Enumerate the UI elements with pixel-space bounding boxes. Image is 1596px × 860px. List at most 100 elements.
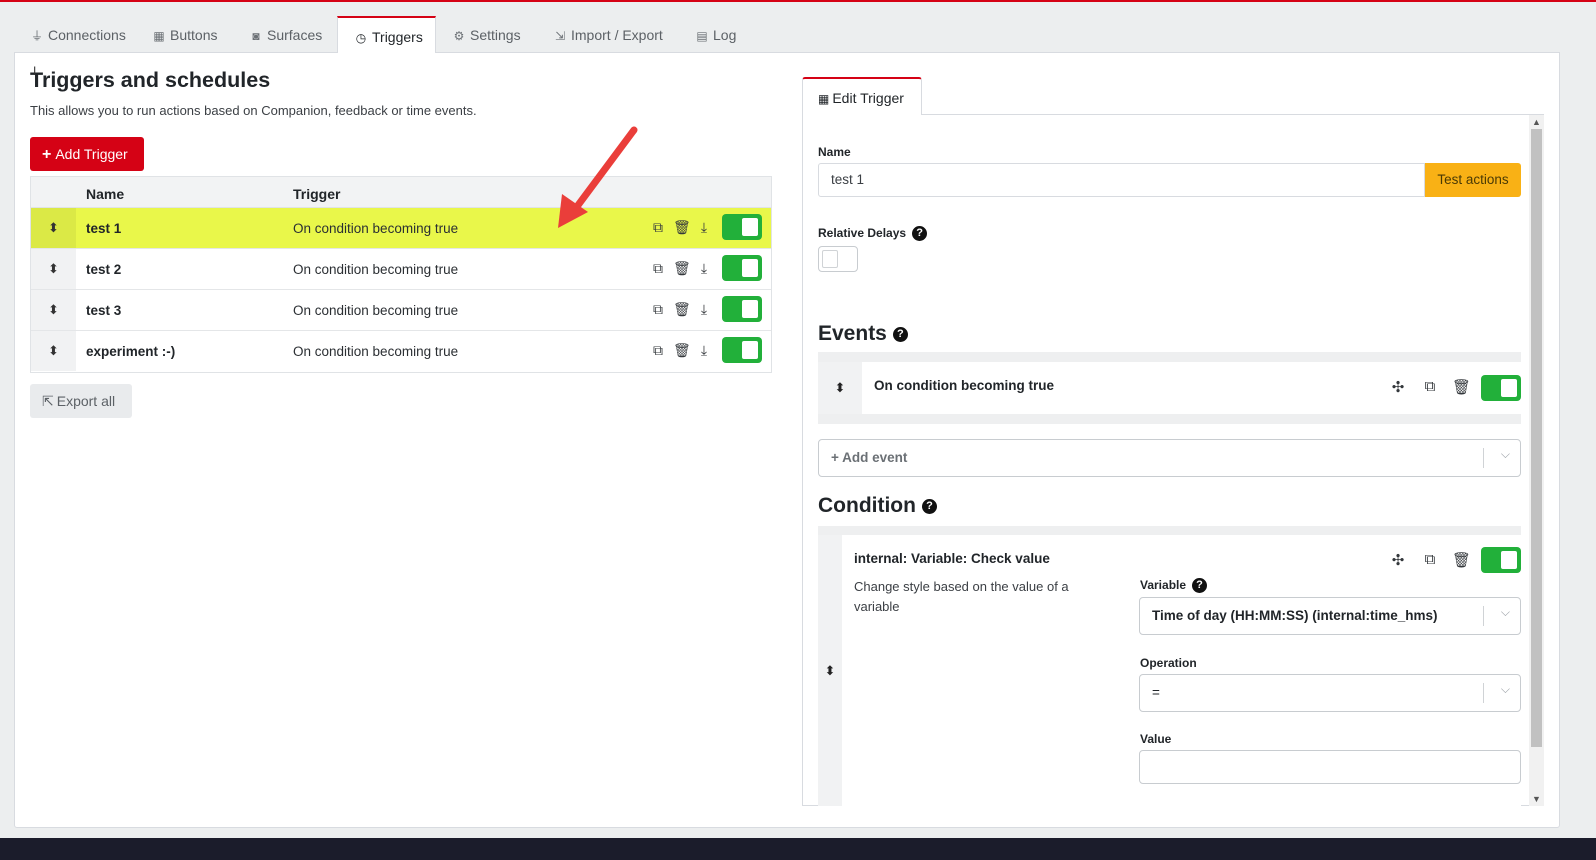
test-actions-button[interactable]: Test actions <box>1425 163 1521 197</box>
event-item: ⬍ On condition becoming true ✣ ⧉ 🗑 <box>818 362 1521 414</box>
variable-select[interactable]: Time of day (HH:MM:SS) (internal:time_hm… <box>1139 597 1521 635</box>
chevron-down-icon: ⌵ <box>1500 447 1510 461</box>
trigger-name: test 1 <box>86 221 122 236</box>
triggers-table: Name Trigger ⬍ test 1 On condition becom… <box>30 176 772 373</box>
trash-icon[interactable]: 🗑 <box>673 219 691 236</box>
operation-select[interactable]: = ⌵ <box>1139 674 1521 712</box>
enable-toggle[interactable] <box>722 337 762 363</box>
tab-label: Buttons <box>170 27 218 43</box>
chevron-down-icon: ⌵ <box>1500 682 1510 696</box>
trash-icon[interactable]: 🗑 <box>673 260 691 277</box>
event-enable-toggle[interactable] <box>1481 375 1521 401</box>
tab-connections[interactable]: ⏚ Connections <box>14 16 126 52</box>
value-input[interactable] <box>1139 750 1521 784</box>
enable-toggle[interactable] <box>722 296 762 322</box>
tab-settings[interactable]: ⚙ Settings <box>436 16 521 52</box>
trigger-type: On condition becoming true <box>293 344 459 359</box>
relative-delays-field: Relative Delays? <box>818 226 928 242</box>
collapse-icon[interactable]: ✣ <box>1389 551 1407 569</box>
drag-handle-icon[interactable]: ⬍ <box>818 362 862 414</box>
scroll-down-icon[interactable]: ▼ <box>1532 794 1541 804</box>
toggle-knob <box>742 259 758 277</box>
trigger-type: On condition becoming true <box>293 303 459 318</box>
trigger-type: On condition becoming true <box>293 262 459 277</box>
variable-label: Variable <box>1140 578 1187 592</box>
tab-log[interactable]: ▤ Log <box>679 16 736 52</box>
condition-enable-toggle[interactable] <box>1481 547 1521 573</box>
scroll-up-icon[interactable]: ▲ <box>1532 117 1541 127</box>
drag-handle-icon[interactable]: ⬍ <box>31 290 76 330</box>
clone-icon[interactable]: ⧉ <box>650 301 666 318</box>
drag-handle-icon[interactable]: ⬍ <box>818 535 842 806</box>
table-row[interactable]: ⬍ test 1 On condition becoming true ⧉ 🗑 … <box>31 208 771 249</box>
select-separator <box>1483 683 1484 703</box>
variable-selected-value: Time of day (HH:MM:SS) (internal:time_hm… <box>1152 608 1438 623</box>
add-trigger-label: Add Trigger <box>55 146 128 162</box>
drag-handle-icon[interactable]: ⬍ <box>31 331 76 371</box>
help-icon[interactable]: ? <box>912 226 928 242</box>
edit-tab-label: Edit Trigger <box>832 90 904 106</box>
relative-delays-toggle[interactable] <box>818 246 858 272</box>
drag-handle-icon[interactable]: ⬍ <box>31 249 76 289</box>
add-trigger-button[interactable]: + Add Trigger <box>30 137 144 171</box>
trash-icon[interactable]: 🗑 <box>1452 551 1471 569</box>
select-separator <box>1483 606 1484 626</box>
gamepad-icon: ◙ <box>252 29 260 43</box>
clock-icon: ◷ <box>355 31 367 45</box>
editor-scrollbar[interactable]: ▲ ▼ <box>1529 115 1544 806</box>
clone-icon[interactable]: ⧉ <box>650 219 666 236</box>
events-heading-text: Events <box>818 322 887 345</box>
trash-icon[interactable]: 🗑 <box>673 301 691 318</box>
column-header-trigger: Trigger <box>293 186 341 202</box>
clone-icon[interactable]: ⧉ <box>1421 551 1439 568</box>
plug-icon: ⏚ <box>30 29 43 43</box>
help-icon[interactable]: ? <box>1192 578 1208 594</box>
os-taskbar <box>0 838 1596 860</box>
event-title: On condition becoming true <box>874 378 1054 393</box>
page-title: Triggers and schedules <box>30 68 271 92</box>
clone-icon[interactable]: ⧉ <box>1421 378 1439 395</box>
help-icon[interactable]: ? <box>892 326 908 342</box>
trigger-name: test 3 <box>86 303 122 318</box>
trash-icon[interactable]: 🗑 <box>673 342 691 359</box>
tab-import-export[interactable]: ⇲ Import / Export <box>537 16 663 52</box>
condition-list-top <box>818 526 1521 535</box>
tab-edit-trigger[interactable]: ▦ Edit Trigger <box>802 77 922 115</box>
trash-icon[interactable]: 🗑 <box>1452 378 1471 396</box>
export-all-button[interactable]: ⇱ Export all <box>30 384 132 418</box>
drag-handle-icon[interactable]: ⬍ <box>31 208 76 248</box>
download-icon[interactable]: ⤓ <box>696 342 712 359</box>
trigger-name: test 2 <box>86 262 122 277</box>
download-icon[interactable]: ⤓ <box>696 219 712 236</box>
enable-toggle[interactable] <box>722 255 762 281</box>
clone-icon[interactable]: ⧉ <box>650 260 666 277</box>
table-row[interactable]: ⬍ test 2 On condition becoming true ⧉ 🗑 … <box>31 249 771 290</box>
name-input[interactable]: test 1 <box>818 163 1425 197</box>
toggle-knob <box>822 250 838 268</box>
select-separator <box>1483 448 1484 468</box>
main-tabs: ⏚ Connections ▦ Buttons ◙ Surfaces ◷ Trigger… <box>14 16 1582 53</box>
table-row[interactable]: ⬍ test 3 On condition becoming true ⧉ 🗑 … <box>31 290 771 331</box>
condition-description: Change style based on the value of a var… <box>854 579 1069 614</box>
download-icon[interactable]: ⤓ <box>696 301 712 318</box>
tab-triggers[interactable]: ◷ Triggers <box>337 16 436 53</box>
gear-icon: ⚙ <box>453 29 465 43</box>
tab-surfaces[interactable]: ◙ Surfaces <box>233 16 322 52</box>
file-export-icon: ⇱ <box>42 393 54 409</box>
tab-buttons[interactable]: ▦ Buttons <box>136 16 217 52</box>
operation-label: Operation <box>1140 656 1197 670</box>
toggle-knob <box>1501 379 1517 397</box>
collapse-icon[interactable]: ✣ <box>1389 378 1407 396</box>
events-list-top <box>818 352 1521 362</box>
scrollbar-thumb[interactable] <box>1531 129 1542 747</box>
help-icon[interactable]: ? <box>921 498 937 514</box>
clone-icon[interactable]: ⧉ <box>650 342 666 359</box>
enable-toggle[interactable] <box>722 214 762 240</box>
condition-title: internal: Variable: Check value <box>854 551 1050 566</box>
export-all-label: Export all <box>56 393 116 409</box>
plus-icon: + <box>42 146 52 163</box>
download-icon[interactable]: ⤓ <box>696 260 712 277</box>
toggle-knob <box>1501 551 1517 569</box>
add-event-select[interactable]: + Add event ⌵ <box>818 439 1521 477</box>
table-row[interactable]: ⬍ experiment :-) On condition becoming t… <box>31 331 771 372</box>
